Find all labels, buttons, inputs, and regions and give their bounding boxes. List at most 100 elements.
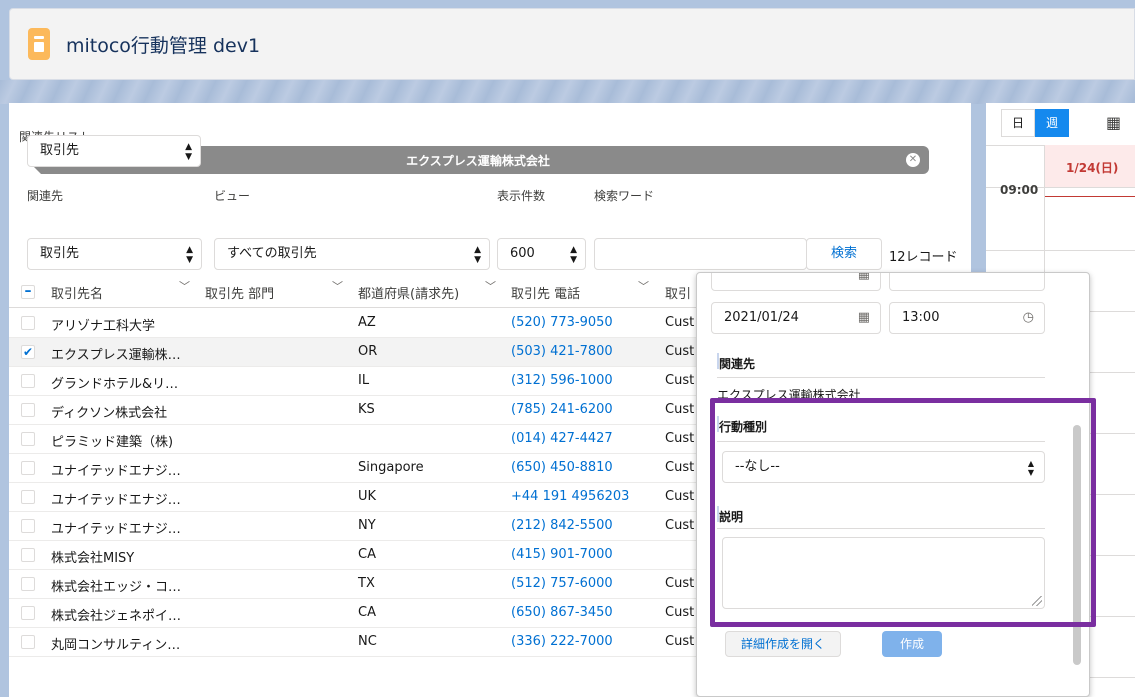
clock-icon[interactable]: ◷ <box>1023 303 1034 333</box>
row-checkbox[interactable] <box>21 548 35 562</box>
tab-day[interactable]: 日 <box>1001 109 1035 137</box>
row-checkbox[interactable] <box>21 461 35 475</box>
cell-name: グランドホテル&リ… <box>51 377 179 392</box>
row-checkbox[interactable] <box>21 403 35 417</box>
column-header-dept[interactable]: 取引先 部門 <box>205 283 274 302</box>
row-checkbox[interactable] <box>21 316 35 330</box>
cell-phone[interactable]: +44 191 4956203 <box>511 489 629 504</box>
cell-name: 株式会社ジェネポイ… <box>51 609 182 624</box>
view-label: ビュー <box>214 189 251 203</box>
cell-phone[interactable]: (212) 842-5500 <box>511 518 613 533</box>
current-time-line <box>1045 196 1135 197</box>
view-select[interactable]: すべての取引先 ▲ ▼ <box>214 238 490 270</box>
calendar-view-tabs: 日 週 <box>1001 109 1069 137</box>
count-select[interactable]: 600 ▲ ▼ <box>497 238 586 270</box>
column-header-phone[interactable]: 取引先 電話 <box>511 283 580 302</box>
cell-state: IL <box>358 373 370 388</box>
related-select[interactable]: 取引先 ▲ ▼ <box>27 135 201 167</box>
banner-text: エクスプレス運輸株式会社 <box>406 153 550 168</box>
chevron-down-icon[interactable]: ﹀ <box>179 278 190 294</box>
cell-state: UK <box>358 489 377 504</box>
open-detail-create-button[interactable]: 詳細作成を開く <box>725 631 841 657</box>
cell-phone[interactable]: (650) 450-8810 <box>511 460 613 475</box>
chevron-down-icon[interactable]: ﹀ <box>638 278 649 294</box>
row-checkbox[interactable] <box>21 374 35 388</box>
calendar-hour-line <box>986 250 1135 251</box>
cell-state: NY <box>358 518 376 533</box>
cell-type: Cust <box>665 402 695 417</box>
related-select-value: 取引先 <box>40 246 80 261</box>
end-date-value: 2021/01/24 <box>724 310 799 325</box>
search-button[interactable]: 検索 <box>806 238 882 270</box>
row-checkbox[interactable] <box>21 606 35 620</box>
column-header-name[interactable]: 取引先名 <box>51 283 103 302</box>
chevron-down-icon[interactable]: ﹀ <box>485 278 496 294</box>
calendar-icon[interactable]: ▦ <box>1106 113 1121 132</box>
row-checkbox[interactable] <box>21 519 35 533</box>
row-checkbox[interactable] <box>21 490 35 504</box>
related-select-value: 取引先 <box>40 143 80 158</box>
row-checkbox[interactable]: ✔ <box>21 345 35 359</box>
description-textarea[interactable] <box>722 537 1045 609</box>
cell-name: 株式会社MISY <box>51 551 135 566</box>
start-date-field-partial[interactable]: ▦ <box>711 273 881 291</box>
cell-type: Cust <box>665 605 695 620</box>
calendar-icon[interactable]: ▦ <box>858 273 870 290</box>
end-time-field[interactable]: 13:00 ◷ <box>889 302 1045 334</box>
row-checkbox[interactable] <box>21 432 35 446</box>
cell-type: Cust <box>665 460 695 475</box>
cell-state: KS <box>358 402 375 417</box>
description-heading: 説明 <box>719 510 744 524</box>
related-value: エクスプレス運輸株式会社 <box>717 388 861 402</box>
tab-week[interactable]: 週 <box>1035 109 1069 137</box>
heading-underline <box>717 528 1045 529</box>
cell-name: ディクソン株式会社 <box>51 406 168 421</box>
cell-name: 丸岡コンサルティン… <box>51 638 181 653</box>
app-icon <box>28 28 50 60</box>
calendar-date[interactable]: 1/24(日) <box>1066 159 1118 176</box>
row-checkbox[interactable] <box>21 635 35 649</box>
cell-phone[interactable]: (014) 427-4427 <box>511 431 613 446</box>
cell-type: Cust <box>665 344 695 359</box>
calendar-icon[interactable]: ▦ <box>858 303 870 333</box>
cell-phone[interactable]: (415) 901-7000 <box>511 547 613 562</box>
keyword-input[interactable] <box>594 238 807 270</box>
cell-phone[interactable]: (650) 867-3450 <box>511 605 613 620</box>
related-select[interactable]: 取引先 ▲ ▼ <box>27 238 202 270</box>
cell-phone[interactable]: (312) 596-1000 <box>511 373 613 388</box>
cell-phone[interactable]: (785) 241-6200 <box>511 402 613 417</box>
cell-phone[interactable]: (520) 773-9050 <box>511 315 613 330</box>
select-all-checkbox[interactable]: – <box>21 284 35 299</box>
cell-state: TX <box>358 576 375 591</box>
cell-state: Singapore <box>358 460 424 475</box>
row-checkbox[interactable] <box>21 577 35 591</box>
cell-phone[interactable]: (512) 757-6000 <box>511 576 613 591</box>
close-icon[interactable]: ✕ <box>906 153 920 167</box>
end-date-field[interactable]: 2021/01/24 ▦ <box>711 302 881 334</box>
resize-handle-icon[interactable] <box>1032 596 1042 606</box>
related-label: 関連先 <box>27 189 64 203</box>
chevron-down-icon[interactable]: ﹀ <box>332 278 343 294</box>
cell-type: Cust <box>665 431 695 446</box>
popover-scrollbar[interactable] <box>1073 425 1081 665</box>
heading-underline <box>717 441 1045 442</box>
cell-state: AZ <box>358 315 376 330</box>
select-arrows-icon: ▲ ▼ <box>185 142 192 162</box>
start-time-field-partial[interactable] <box>889 273 1045 291</box>
cell-name: ユナイテッドエナジ… <box>51 493 181 508</box>
create-button[interactable]: 作成 <box>882 631 942 657</box>
cell-state: CA <box>358 547 376 562</box>
select-arrows-icon: ▲ ▼ <box>474 245 481 265</box>
column-header-type[interactable]: 取引 <box>665 283 691 302</box>
heading-underline <box>717 377 1045 378</box>
decorative-band <box>0 80 1135 104</box>
column-header-state[interactable]: 都道府県(請求先) <box>358 283 459 302</box>
cell-phone[interactable]: (336) 222-7000 <box>511 634 613 649</box>
select-arrows-icon: ▲ ▼ <box>186 245 193 265</box>
record-count: 12レコード <box>889 250 958 265</box>
select-arrows-icon: ▲ ▼ <box>1027 459 1034 477</box>
cell-phone[interactable]: (503) 421-7800 <box>511 344 613 359</box>
cell-name: ユナイテッドエナジ… <box>51 522 181 537</box>
activity-type-select[interactable]: --なし-- ▲ ▼ <box>722 451 1045 483</box>
calendar-time-label: 09:00 <box>1000 183 1039 197</box>
